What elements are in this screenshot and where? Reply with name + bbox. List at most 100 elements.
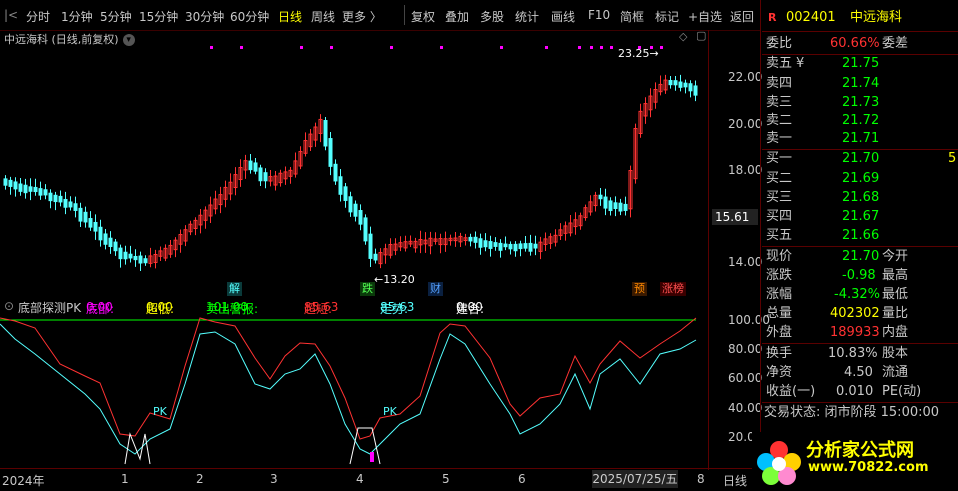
bid-label: 买二: [766, 171, 793, 186]
candle-body: [598, 194, 603, 200]
trade-status: 交易状态: 闭市阶段 15:00:00: [762, 403, 958, 423]
period-toolbar: |< 分时 1分钟 5分钟 15分钟 30分钟 60分钟 日线 周线 更多 〉 …: [0, 0, 760, 31]
tab-30min[interactable]: 30分钟: [185, 8, 224, 25]
candle-body: [488, 241, 493, 249]
candle-body: [98, 226, 103, 241]
bid-price: 21.67: [842, 209, 880, 224]
time-label: 3: [270, 472, 278, 486]
candle-body: [673, 80, 678, 86]
marker-top-gainers[interactable]: 涨榜: [660, 282, 686, 296]
candle-body: [478, 238, 483, 248]
ask-price: 21.74: [842, 76, 880, 91]
candle-body: [528, 242, 533, 252]
bid-label: 买一: [766, 151, 793, 166]
mark-button[interactable]: 标记: [655, 8, 679, 25]
stock-header: R 002401 中远海科: [762, 8, 958, 28]
build-line: [124, 432, 151, 465]
candle-body: [128, 253, 133, 259]
candle-body: [513, 243, 518, 252]
watermark-url: www.70822.com: [808, 460, 929, 475]
diamond-icon[interactable]: ◇: [679, 30, 687, 43]
high-value: 23.25: [618, 47, 650, 60]
bid-label: 买五: [766, 228, 793, 243]
fuquan-button[interactable]: 复权: [411, 8, 435, 25]
f10-button[interactable]: F10: [588, 8, 610, 22]
signal-dot: [440, 46, 443, 49]
candle-body: [93, 221, 98, 232]
menu-icon[interactable]: |<: [4, 8, 18, 22]
window-icon[interactable]: ▢: [696, 29, 706, 42]
candle-body: [623, 203, 628, 211]
trade-status-text: 交易状态: 闭市阶段 15:00:00: [764, 405, 940, 420]
indicator-settings-icon[interactable]: ⊙: [4, 299, 14, 313]
bid-side-mark: 5: [948, 151, 957, 166]
signal-dot: [545, 46, 548, 49]
candle-body: [23, 184, 28, 194]
tab-fenshi[interactable]: 分时: [26, 8, 50, 25]
stat-right-label: 最低: [882, 287, 909, 302]
tab-5min[interactable]: 5分钟: [100, 8, 132, 25]
time-label: 4: [356, 472, 364, 486]
low-annotation: ←13.20: [374, 273, 415, 286]
price-tick: 22.00: [728, 70, 763, 84]
back-button[interactable]: 返回: [730, 8, 754, 25]
stat2-value: 10.83%: [828, 346, 878, 361]
stat-right-label: 量比: [882, 306, 909, 321]
candle-body: [103, 233, 108, 245]
candle-body: [258, 167, 263, 182]
ask-label: 卖五: [766, 56, 793, 71]
stat-row: 涨幅 -4.32% 最低: [762, 285, 958, 305]
candle-body: [63, 198, 68, 208]
chart-axis-divider: [708, 30, 709, 470]
candle-body: [253, 162, 258, 172]
candlestick-chart[interactable]: [0, 30, 708, 298]
candle-body: [13, 181, 18, 190]
candle-body: [613, 202, 618, 210]
tab-1min[interactable]: 1分钟: [61, 8, 93, 25]
indicator-chart[interactable]: [0, 314, 708, 468]
candle-body: [88, 218, 93, 228]
weibi-value: 60.66%: [830, 36, 880, 51]
weicha-label: 委差: [882, 36, 909, 51]
tab-daily[interactable]: 日线: [278, 8, 302, 25]
stock-code: 002401: [786, 10, 836, 25]
bid-label: 买三: [766, 190, 793, 205]
overlay-button[interactable]: 叠加: [445, 8, 469, 25]
signal-dot: [590, 46, 593, 49]
ultrashort-line: [0, 317, 697, 440]
candle-body: [48, 192, 53, 202]
tab-60min[interactable]: 60分钟: [230, 8, 269, 25]
signal-dot: [210, 46, 213, 49]
candle-body: [343, 186, 348, 201]
ask-row: 卖一 21.71: [762, 129, 958, 149]
candle-body: [18, 183, 23, 192]
signal-dot: [578, 46, 581, 49]
candle-body: [263, 172, 268, 182]
signal-dot: [500, 46, 503, 49]
statistics-button[interactable]: 统计: [515, 8, 539, 25]
marker-drop[interactable]: 跌: [360, 282, 375, 296]
candle-body: [533, 243, 538, 249]
marker-unlock[interactable]: 解: [227, 282, 242, 296]
ask-price: 21.75: [842, 56, 880, 71]
multi-stock-button[interactable]: 多股: [480, 8, 504, 25]
bid-price: 21.66: [842, 228, 880, 243]
stat-right-label: 今开: [882, 249, 909, 264]
draw-line-button[interactable]: 画线: [551, 8, 575, 25]
simple-frame-button[interactable]: 简框: [620, 8, 644, 25]
stat-label: 涨幅: [766, 287, 793, 302]
candle-body: [38, 188, 43, 196]
tab-weekly[interactable]: 周线: [311, 8, 335, 25]
price-tick: 20.00: [728, 117, 763, 131]
tab-15min[interactable]: 15分钟: [139, 8, 178, 25]
stat-row: 总量 402302 量比: [762, 304, 958, 324]
marker-finance[interactable]: 财: [428, 282, 443, 296]
tab-more[interactable]: 更多 〉: [342, 8, 382, 25]
add-watchlist-button[interactable]: +自选: [688, 8, 722, 25]
candle-body: [693, 85, 698, 96]
bid-row: 买一 21.70 5: [762, 149, 958, 169]
indicator-tick: 40.00: [728, 401, 763, 415]
stat-value: 189933: [830, 325, 880, 340]
marker-forecast[interactable]: 预: [632, 282, 647, 296]
arrow-right-icon: →: [649, 47, 659, 60]
